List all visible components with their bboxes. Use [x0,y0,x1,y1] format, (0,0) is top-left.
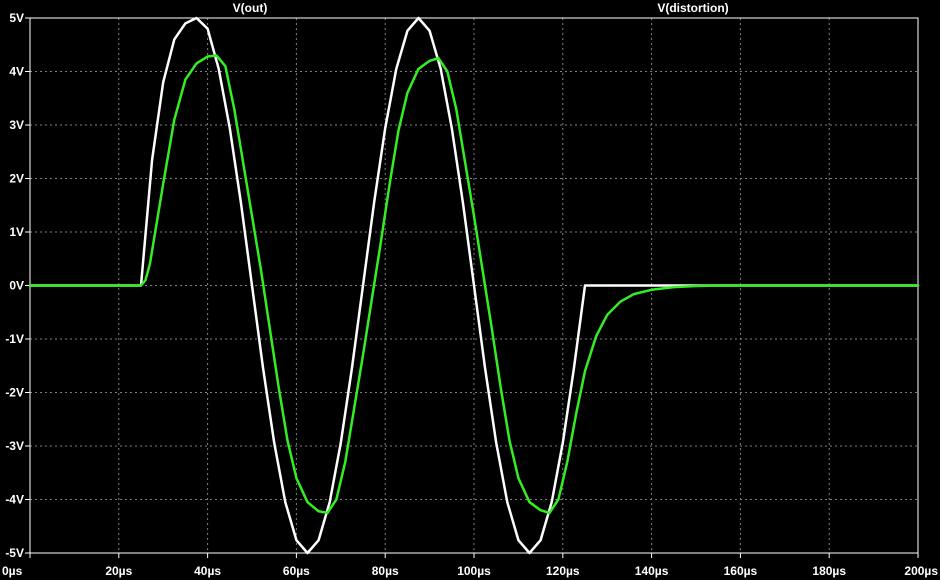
axis-layer: 0µs 20µs 40µs 60µs 80µs 100µs 120µs 140µs 160µs 1… [2,11,938,578]
x-tick-label: 120µs [546,564,580,578]
y-tick-label: -5V [5,546,24,560]
waveform-viewer: 0µs 20µs 40µs 60µs 80µs 100µs 120µs 140µs 160µs 1… [0,0,940,580]
legend-layer: V(out) V(distortion) [233,1,729,15]
y-tick-label: 2V [9,172,24,186]
y-tick-label: 5V [9,11,24,25]
x-tick-label: 60µs [283,564,310,578]
x-tick-label: 40µs [194,564,221,578]
y-tick-label: 1V [9,225,24,239]
x-tick-label: 140µs [635,564,669,578]
y-tick-label: -2V [5,386,24,400]
x-tick-label: 160µs [724,564,758,578]
legend-label-vout[interactable]: V(out) [233,1,268,15]
y-tick-label: -4V [5,493,24,507]
x-tick-label: 0µs [2,564,23,578]
x-tick-label: 100µs [457,564,491,578]
legend-label-vdistortion[interactable]: V(distortion) [657,1,728,15]
y-tick-label: 4V [9,65,24,79]
x-tick-label: 180µs [812,564,846,578]
waveform-chart: 0µs 20µs 40µs 60µs 80µs 100µs 120µs 140µs 160µs 1… [2,1,938,578]
x-tick-label: 20µs [105,564,132,578]
y-tick-label: 3V [9,118,24,132]
x-tick-label: 80µs [372,564,399,578]
y-tick-label: -3V [5,439,24,453]
y-tick-label: 0V [9,279,24,293]
y-tick-label: -1V [5,332,24,346]
x-tick-label: 200µs [904,564,938,578]
